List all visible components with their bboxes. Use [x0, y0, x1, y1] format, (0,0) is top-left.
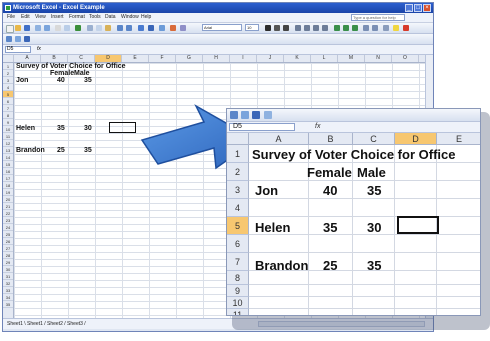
zoom-row-gridline: [249, 180, 480, 181]
zoom-column-gridline: [352, 145, 353, 315]
zoom-cell-c5[interactable]: 30: [367, 220, 381, 235]
zoom-cell-b2[interactable]: Female: [307, 165, 352, 180]
zoom-row-header-2[interactable]: 2: [227, 163, 249, 181]
zoom-selected-cell-d5[interactable]: [397, 216, 439, 234]
zoom-row-header-10[interactable]: 10: [227, 297, 249, 309]
show-markup-icon[interactable]: [264, 111, 272, 119]
zoom-cell-a1[interactable]: Survey of Voter Choice for Office: [252, 147, 455, 162]
zoom-row-header-9[interactable]: 9: [227, 285, 249, 297]
zoom-cell-a7[interactable]: Brandon: [255, 258, 308, 273]
zoom-row-gridline: [249, 216, 480, 217]
zoom-row-gridline: [249, 252, 480, 253]
zoom-column-header-e[interactable]: E: [437, 133, 480, 145]
zoom-row-gridline: [249, 162, 480, 163]
zoom-panel: D5 fx A B C D E 1 2 3 4 5 6 7 8 9 10 11 Survey of …: [226, 108, 481, 316]
zoom-cell-c7[interactable]: 35: [367, 258, 381, 273]
zoom-column-header-d[interactable]: D: [395, 133, 437, 145]
zoom-column-header-b[interactable]: B: [309, 133, 353, 145]
zoom-toolbar: [227, 109, 480, 122]
zoom-cell-b7[interactable]: 25: [323, 258, 337, 273]
zoom-cell-b5[interactable]: 35: [323, 220, 337, 235]
zoom-select-all-corner[interactable]: [227, 133, 249, 145]
zoom-row-gridline: [249, 296, 480, 297]
zoom-cell-a5[interactable]: Helen: [255, 220, 290, 235]
zoom-row-header-1[interactable]: 1: [227, 145, 249, 163]
zoom-row-header-11[interactable]: 11: [227, 309, 249, 315]
zoom-row-header-3[interactable]: 3: [227, 181, 249, 199]
zoom-row-header-4[interactable]: 4: [227, 199, 249, 217]
zoom-formula-bar: D5 fx: [227, 122, 480, 133]
zoom-column-header-a[interactable]: A: [249, 133, 309, 145]
zoom-row-gridline: [249, 308, 480, 309]
reviewing-icon[interactable]: [230, 111, 238, 119]
comment-icon[interactable]: [241, 111, 249, 119]
zoom-row-header-8[interactable]: 8: [227, 271, 249, 285]
zoom-fx-icon[interactable]: fx: [315, 122, 320, 132]
zoom-column-gridline: [394, 145, 395, 315]
zoom-row-header-5[interactable]: 5: [227, 217, 249, 235]
zoom-cell-a3[interactable]: Jon: [255, 183, 278, 198]
zoom-cell-c3[interactable]: 35: [367, 183, 381, 198]
zoom-column-header-c[interactable]: C: [353, 133, 395, 145]
zoom-cell-area[interactable]: Survey of Voter Choice for Office Female…: [249, 145, 480, 315]
zoom-cell-c2[interactable]: Male: [357, 165, 386, 180]
zoom-row-gridline: [249, 284, 480, 285]
zoom-row-header-6[interactable]: 6: [227, 235, 249, 253]
zoom-name-box[interactable]: D5: [229, 123, 295, 131]
track-changes-icon[interactable]: [252, 111, 260, 119]
zoom-row-gridline: [249, 198, 480, 199]
zoom-cell-b3[interactable]: 40: [323, 183, 337, 198]
zoom-row-header-7[interactable]: 7: [227, 253, 249, 271]
